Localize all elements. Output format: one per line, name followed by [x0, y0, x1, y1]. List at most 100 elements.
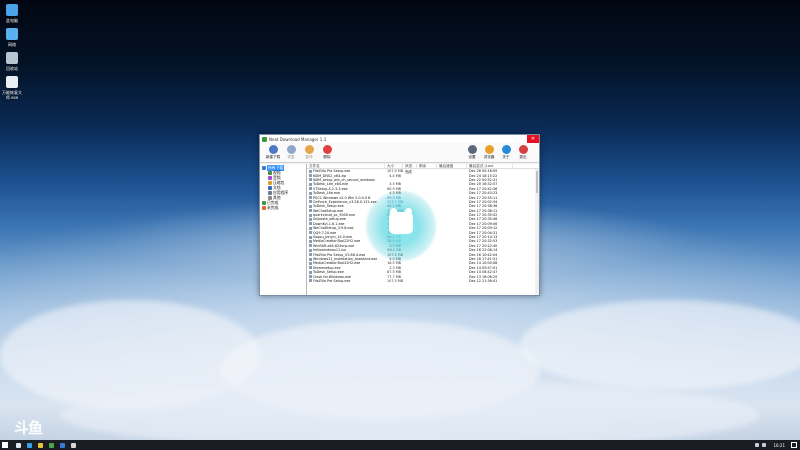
table-row[interactable]: FileZilla Pro Setup.exe 107.5 MB Dec 12 21…	[307, 279, 539, 283]
file-size: 107.5 MB	[387, 278, 403, 283]
taskbar-app-icon[interactable]	[27, 442, 32, 448]
toolbar-button-label: 新建下载	[265, 155, 281, 159]
file-icon	[309, 222, 312, 226]
file-icon	[309, 275, 312, 279]
file-icon	[309, 266, 312, 270]
tree-item[interactable]: 未完成	[261, 205, 305, 210]
column-header[interactable]: 状态	[403, 164, 417, 168]
browser-icon	[484, 145, 494, 154]
folder-icon	[262, 200, 266, 205]
file-icon	[309, 182, 312, 186]
new-download-icon	[268, 145, 278, 154]
file-name: WinRAR-x64-624scp.exe	[313, 243, 355, 248]
taskbar-app-icon[interactable]	[71, 442, 76, 448]
file-name: ToDesk_Lite.exe	[313, 191, 341, 196]
file-icon	[309, 187, 312, 191]
file-name: DownKyi-1.6.1.exe	[313, 221, 345, 226]
tree-item-label: 未完成	[267, 204, 279, 210]
file-icon	[309, 261, 312, 265]
last-try-date: Dec 16 17:41:51	[469, 257, 498, 261]
file-icon	[309, 231, 312, 235]
file-icon	[309, 239, 312, 243]
desktop-icon-glyph	[6, 28, 18, 40]
start-button[interactable]	[0, 440, 10, 450]
column-header[interactable]: 剩余	[417, 164, 437, 168]
last-try-date: Dec 24 18:15:22	[469, 173, 498, 178]
desktop-icon[interactable]: 万能恢复大师.exe	[1, 76, 23, 100]
desktop-icon-glyph	[6, 52, 18, 64]
taskbar-app-icon[interactable]	[16, 442, 21, 448]
app-icon	[262, 136, 267, 142]
file-name: ToDesk_Setup.exe	[313, 204, 344, 209]
last-try-date: Dec 17 20:43:23	[469, 191, 498, 196]
toolbar-button-exit[interactable]: 退出	[514, 145, 532, 160]
settings-icon	[467, 145, 477, 154]
file-name: NDM_DNS2_x64.zip	[313, 173, 347, 178]
file-size: 87.5 MB	[387, 270, 401, 275]
last-try-date: Dec 14 09:57:01	[469, 265, 498, 270]
file-icon	[309, 279, 312, 283]
toolbar-button-label: 设置	[468, 155, 476, 159]
last-try-date: Dec 17 20:04:31	[469, 230, 498, 235]
column-header[interactable]: 最后尝试 (Last	[467, 164, 513, 168]
file-name: GeForce_Experience_v3.26.0.131.exe	[313, 199, 377, 204]
notification-icon[interactable]	[791, 442, 797, 448]
folder-icon	[268, 190, 272, 195]
file-icon	[309, 217, 312, 221]
last-try-date: Dec 17 20:02:54	[469, 199, 498, 204]
file-name: ToDesk_Lite_x64.exe	[313, 182, 349, 187]
taskbar-clock[interactable]: 16:21	[773, 443, 785, 448]
file-status: 完成	[405, 169, 412, 174]
file-size: 4.4 MB	[389, 173, 401, 178]
file-size: 2.3 MB	[389, 265, 401, 270]
toolbar-button-browser[interactable]: 浏览器	[480, 145, 498, 160]
last-try-date: Dec 13 16:06:25	[469, 274, 498, 279]
toolbar-button-new-download[interactable]: 新建下载	[264, 145, 282, 160]
toolbar-button-resume[interactable]: 恢复	[282, 145, 300, 160]
system-tray: 16:21	[755, 440, 800, 450]
desktop-icon-label: 回收站	[6, 66, 18, 71]
file-name: ToDesk_Setup.exe	[313, 270, 344, 275]
desktop-icon[interactable]: 此电脑	[1, 4, 23, 23]
column-header[interactable]: 最后速度	[437, 164, 467, 168]
last-try-date: Dec 17 20:22:40	[469, 243, 498, 248]
file-icon	[309, 270, 312, 274]
delete-icon	[322, 145, 332, 154]
file-name: MediaCreationTool22H2.exe	[313, 261, 361, 266]
toolbar-button-delete[interactable]: 删除	[318, 145, 336, 160]
desktop-icon[interactable]: 网络	[1, 28, 23, 47]
exit-icon	[518, 145, 528, 154]
folder-icon	[268, 185, 272, 190]
desktop-icon[interactable]: 回收站	[1, 52, 23, 71]
last-try-date: Dec 17 20:42:56	[469, 186, 498, 191]
file-name: hellowindows11.iso	[313, 248, 346, 253]
close-button[interactable]: ✕	[527, 135, 539, 143]
last-try-date: Dec 12 21:36:41	[469, 278, 498, 283]
last-try-date: Dec 17 20:09:06	[469, 221, 498, 226]
column-header[interactable]: 大小	[385, 164, 403, 168]
taskbar-app-icon[interactable]	[60, 442, 65, 448]
bear-overlay-icon	[365, 190, 437, 262]
file-size: 77.7 MB	[387, 274, 401, 279]
volume-icon[interactable]	[762, 443, 767, 447]
toolbar-button-settings[interactable]: 设置	[463, 145, 481, 160]
file-icon	[309, 213, 312, 217]
toolbar-button-label: 暂停	[305, 155, 313, 159]
file-name: WeChatSetup_3.9.8.exe	[313, 226, 354, 231]
taskbar-app-icon[interactable]	[49, 442, 54, 448]
taskbar-app-icon[interactable]	[38, 442, 43, 448]
toolbar-button-pause[interactable]: 暂停	[300, 145, 318, 160]
vertical-scrollbar[interactable]	[535, 169, 539, 295]
file-name: FileZilla Pro Setup_V3.66.4.exe	[313, 252, 366, 257]
file-size: 107.5 MB	[387, 169, 403, 174]
toolbar-button-about[interactable]: 关于	[497, 145, 515, 160]
file-name: VTSetup-4.2.3-3.exe	[313, 186, 348, 191]
column-header[interactable]: 文件名	[307, 164, 385, 168]
toolbar-button-label: 删除	[323, 155, 331, 159]
wifi-icon[interactable]	[755, 443, 760, 447]
window-titlebar[interactable]: Neat Download Manager 1.3 ✕	[260, 135, 539, 143]
last-try-date: Dec 17 20:32:53	[469, 239, 498, 244]
file-icon	[309, 174, 312, 178]
file-name: QQ9.7.20.exe	[313, 230, 337, 235]
file-icon	[309, 178, 312, 182]
